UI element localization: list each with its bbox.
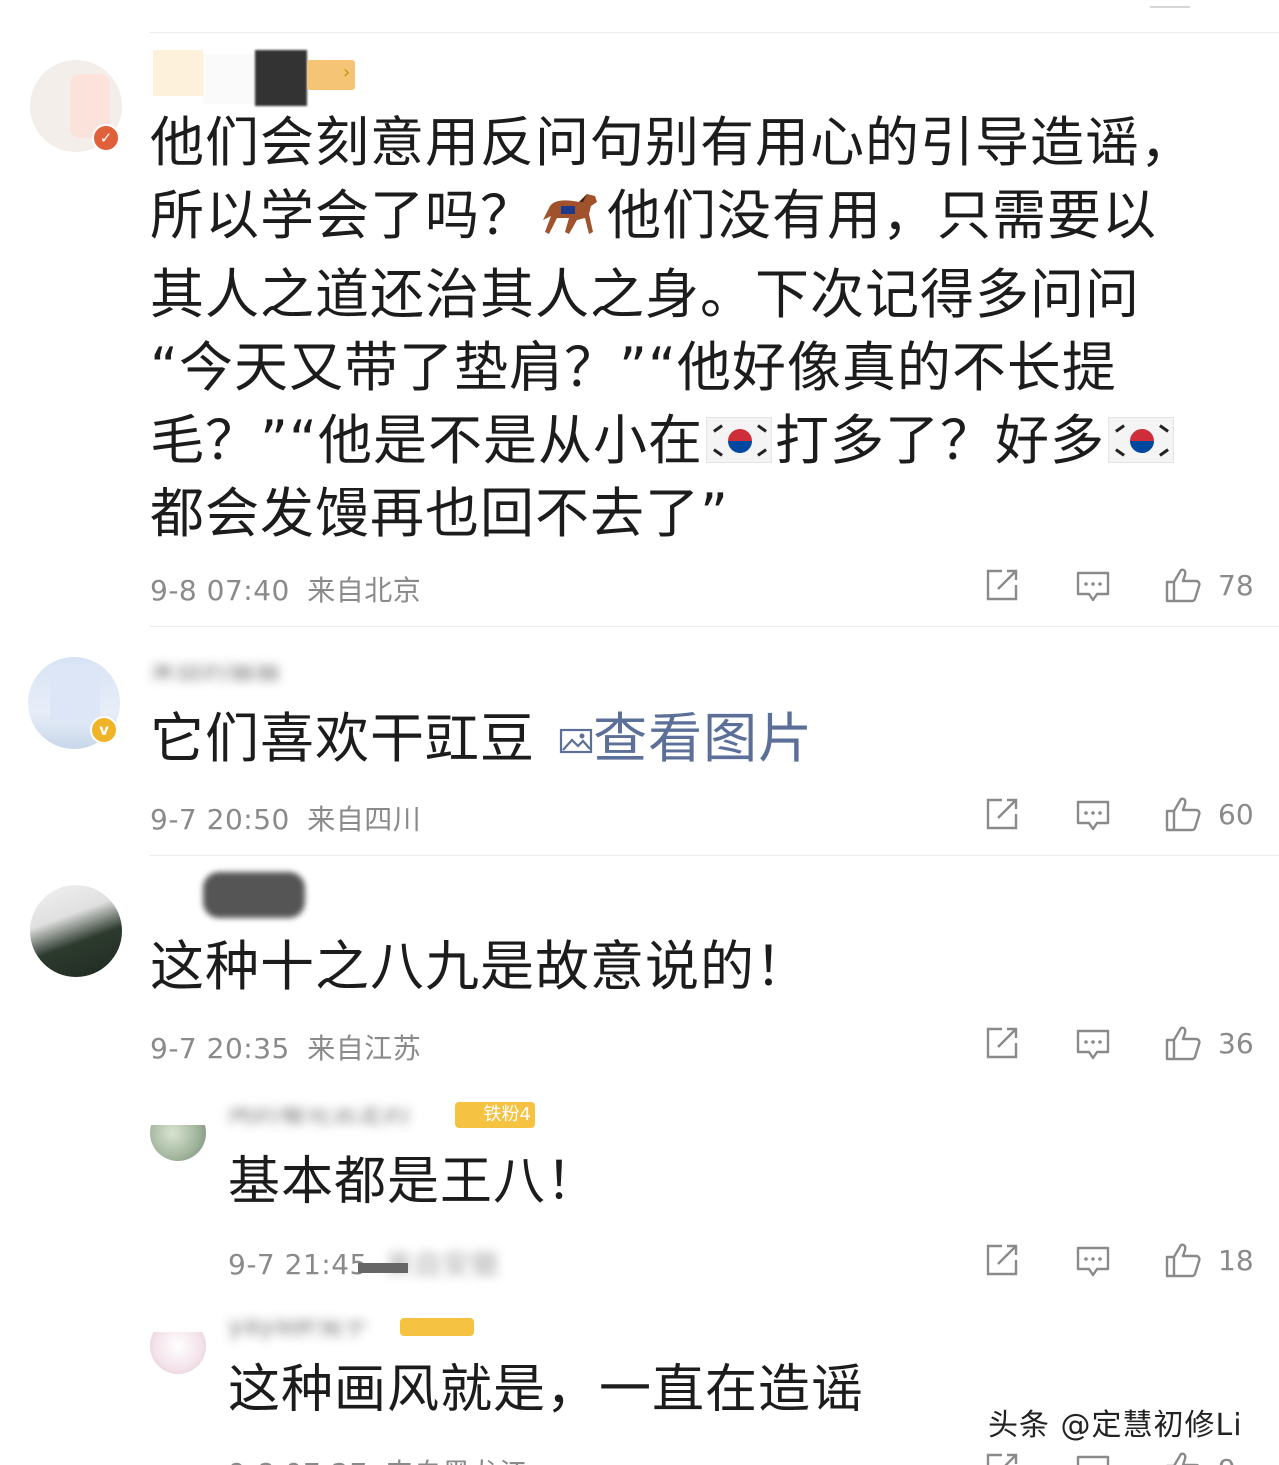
share-icon[interactable] [984, 1243, 1020, 1281]
comment-text: 他们会刻意用反问句别有用心的引导造谣， 所以学会了吗？ 他们没有用，只需要以 其人… [150, 111, 1195, 545]
fan-badge: 铁粉4 [455, 1102, 535, 1128]
like-count: 18 [1218, 1244, 1254, 1277]
south-korea-flag-icon [705, 417, 772, 463]
view-image-link[interactable]: 查看图片 [553, 707, 813, 770]
share-icon[interactable] [984, 797, 1020, 835]
thumbs-up-icon [1165, 797, 1201, 832]
top-action-fragment [1150, 0, 1190, 8]
divider [150, 32, 1279, 33]
share-icon[interactable] [984, 1452, 1020, 1465]
comment-meta: 9-7 20:50 来自四川 [150, 798, 421, 838]
comment-time: 9-8 07:40 [150, 574, 290, 607]
like-button[interactable]: 36 [1164, 1024, 1254, 1064]
like-button[interactable]: 60 [1164, 795, 1254, 835]
fan-badge-fragment [400, 1318, 474, 1336]
thumbs-up-icon [1166, 1452, 1200, 1465]
comment-icon[interactable] [1075, 1453, 1111, 1465]
verified-badge-icon: v [90, 716, 118, 744]
divider [150, 855, 1279, 856]
username[interactable]: 来自的猫猫 [150, 664, 280, 686]
comment-text: 这种十之八九是故意说的！ [150, 935, 810, 998]
thumbs-up-icon [1165, 568, 1201, 603]
verified-badge-icon: ✓ [92, 124, 120, 152]
thumbs-up-icon [1165, 1026, 1201, 1061]
share-icon[interactable] [984, 1026, 1020, 1064]
comment-location: 来自北京 [307, 574, 422, 607]
username[interactable]: yaya胖兔子 [228, 1320, 369, 1340]
reply-text: 基本都是王八！ [228, 1152, 600, 1212]
comment-icon[interactable] [1075, 1027, 1111, 1065]
reply-location: 来自黑龙江 [385, 1457, 528, 1465]
comment-icon[interactable] [1075, 1244, 1111, 1282]
watermark: 头条 @定慧初修Li [988, 1408, 1243, 1443]
comment-time: 9-7 20:35 [150, 1032, 290, 1065]
image-icon [559, 700, 593, 773]
avatar[interactable] [30, 885, 122, 977]
share-icon[interactable] [984, 568, 1020, 606]
like-button[interactable]: 78 [1164, 566, 1254, 606]
comment-time: 9-7 20:50 [150, 803, 290, 836]
south-korea-flag-icon [1107, 417, 1174, 463]
comment-location: 来自江苏 [307, 1032, 422, 1065]
like-count: 36 [1218, 1027, 1254, 1060]
reply-time: 9-8 07:27 [228, 1457, 368, 1465]
divider [150, 626, 1279, 627]
username-redacted[interactable]: › [153, 50, 361, 106]
thumbs-up-icon [1165, 1243, 1201, 1278]
comment-icon[interactable] [1075, 798, 1111, 836]
comment-location: 来自四川 [307, 803, 422, 836]
like-count: 9 [1218, 1453, 1236, 1465]
like-count: 78 [1218, 569, 1254, 602]
reply-time: 9-7 21:45 [228, 1248, 368, 1281]
comment-meta: 9-7 20:35 来自江苏 [150, 1027, 421, 1067]
comment-meta: 9-8 07:40 来自北京 [150, 569, 421, 609]
redaction-bar [358, 1263, 408, 1273]
like-button[interactable]: 18 [1164, 1241, 1254, 1281]
username-redacted[interactable] [203, 872, 305, 918]
username[interactable]: 闲的看花去定的 [228, 1108, 410, 1128]
comment-text: 它们喜欢干豇豆 查看图片 [150, 700, 813, 775]
comment-icon[interactable] [1075, 569, 1111, 607]
like-count: 60 [1218, 798, 1254, 831]
horse-emoji-icon [539, 185, 603, 258]
like-button[interactable]: 9 [1164, 1450, 1254, 1465]
reply-text: 这种画风就是，一直在造谣 [228, 1360, 865, 1420]
reply-meta: 9-8 07:27 来自黑龙江 [228, 1452, 528, 1465]
